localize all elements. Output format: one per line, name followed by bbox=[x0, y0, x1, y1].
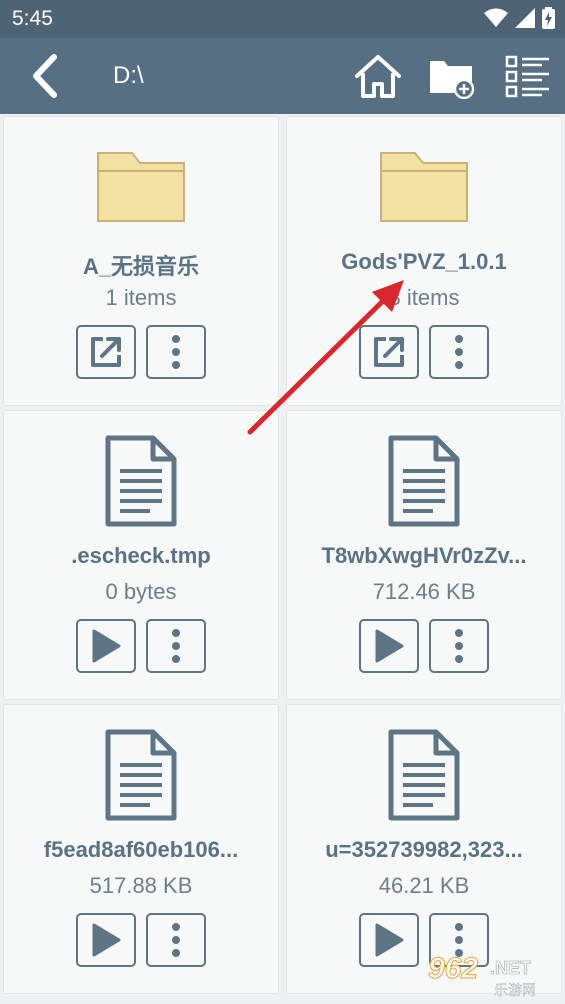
item-name: T8wbXwgHVr0zZv... bbox=[321, 543, 527, 568]
wifi-icon bbox=[484, 8, 508, 27]
watermark: 962 .NET 乐游网 bbox=[427, 952, 560, 1000]
item-detail: 0 bytes bbox=[105, 579, 177, 604]
item-detail: 712.46 KB bbox=[372, 579, 476, 604]
play-button[interactable] bbox=[76, 619, 136, 673]
signal-icon bbox=[515, 8, 535, 28]
item-name: .escheck.tmp bbox=[71, 543, 211, 568]
open-button[interactable] bbox=[359, 325, 419, 379]
file-card[interactable]: .escheck.tmp 0 bytes bbox=[3, 410, 279, 700]
more-vert-icon bbox=[172, 923, 180, 957]
folder-card[interactable]: Gods'PVZ_1.0.1 8 items bbox=[286, 116, 562, 406]
more-vert-icon bbox=[455, 335, 463, 369]
home-icon[interactable] bbox=[354, 53, 402, 99]
more-options-button[interactable] bbox=[429, 325, 489, 379]
more-options-button[interactable] bbox=[146, 619, 206, 673]
file-card[interactable]: f5ead8af60eb106... 517.88 KB bbox=[3, 704, 279, 994]
item-detail: 46.21 KB bbox=[378, 873, 470, 898]
play-icon bbox=[375, 629, 404, 663]
item-name: Gods'PVZ_1.0.1 bbox=[341, 249, 507, 274]
item-name: A_无损音乐 bbox=[82, 254, 200, 279]
more-options-button[interactable] bbox=[146, 325, 206, 379]
play-button[interactable] bbox=[359, 913, 419, 967]
app-bar: D:\ bbox=[0, 38, 565, 114]
document-icon bbox=[388, 729, 460, 821]
item-name: u=352739982,323... bbox=[325, 837, 523, 862]
back-arrow-icon[interactable] bbox=[24, 53, 68, 99]
play-button[interactable] bbox=[359, 619, 419, 673]
item-detail: 1 items bbox=[105, 285, 177, 310]
more-vert-icon bbox=[172, 629, 180, 663]
file-card[interactable]: u=352739982,323... 46.21 KB bbox=[286, 704, 562, 994]
folder-icon bbox=[97, 152, 185, 222]
document-icon bbox=[105, 435, 177, 527]
more-options-button[interactable] bbox=[146, 913, 206, 967]
watermark-sub: 乐游网 bbox=[494, 982, 536, 998]
play-icon bbox=[92, 629, 121, 663]
play-button[interactable] bbox=[76, 913, 136, 967]
document-icon bbox=[388, 435, 460, 527]
battery-icon bbox=[542, 7, 555, 29]
more-options-button[interactable] bbox=[429, 619, 489, 673]
item-detail: 517.88 KB bbox=[89, 873, 193, 898]
play-icon bbox=[92, 923, 121, 957]
status-icons bbox=[484, 7, 555, 29]
watermark-logo: 962 bbox=[427, 952, 479, 986]
document-icon bbox=[105, 729, 177, 821]
select-list-icon[interactable] bbox=[504, 53, 552, 99]
current-path: D:\ bbox=[113, 62, 144, 89]
open-external-icon bbox=[91, 337, 121, 367]
status-time: 5:45 bbox=[12, 7, 53, 30]
status-bar: 5:45 bbox=[0, 0, 565, 38]
new-folder-icon[interactable] bbox=[428, 53, 476, 99]
play-icon bbox=[375, 923, 404, 957]
file-grid: A_无损音乐 1 items Gods'PVZ_1.0.1 8 items .e… bbox=[0, 114, 565, 1004]
item-detail: 8 items bbox=[388, 285, 460, 310]
open-button[interactable] bbox=[76, 325, 136, 379]
more-vert-icon bbox=[455, 629, 463, 663]
more-vert-icon bbox=[172, 335, 180, 369]
folder-card[interactable]: A_无损音乐 1 items bbox=[3, 116, 279, 406]
item-name: f5ead8af60eb106... bbox=[43, 837, 239, 862]
open-external-icon bbox=[374, 337, 404, 367]
watermark-suffix: .NET bbox=[490, 958, 532, 979]
file-card[interactable]: T8wbXwgHVr0zZv... 712.46 KB bbox=[286, 410, 562, 700]
folder-icon bbox=[380, 152, 468, 222]
